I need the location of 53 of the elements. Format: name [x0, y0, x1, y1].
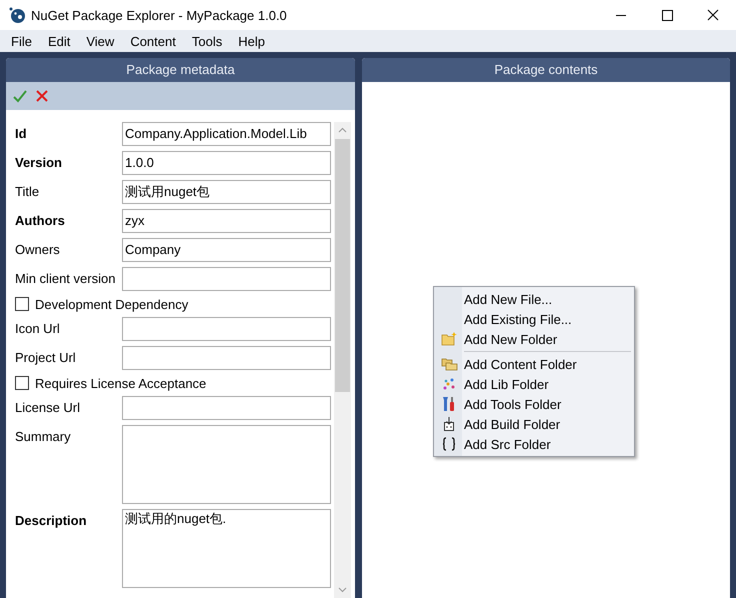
context-menu-item[interactable]: Add Build Folder: [434, 414, 634, 434]
field-label: License Url: [15, 399, 82, 415]
field-label: Authors: [15, 212, 66, 228]
input-field[interactable]: 测试用nuget包: [122, 180, 331, 204]
context-menu-item[interactable]: Add Lib Folder: [434, 374, 634, 394]
field-label: Owners: [15, 241, 61, 257]
context-menu-item[interactable]: Add Tools Folder: [434, 394, 634, 414]
text-area[interactable]: [122, 425, 331, 504]
input-field[interactable]: [122, 346, 331, 370]
menu-item[interactable]: File: [3, 34, 40, 48]
input-field[interactable]: Company.Application.Model.Lib: [122, 122, 331, 146]
field-label: Description: [15, 512, 88, 528]
field-label: Min client version: [15, 270, 116, 286]
input-field[interactable]: 1.0.0: [122, 151, 331, 175]
scrollbar-thumb[interactable]: [335, 139, 350, 392]
menu-item[interactable]: Edit: [40, 34, 78, 48]
input-field[interactable]: [122, 317, 331, 341]
braces-icon: [442, 437, 456, 451]
menu-item[interactable]: Content: [122, 34, 184, 48]
input-field[interactable]: [122, 396, 331, 420]
window-title: NuGet Package Explorer - MyPackage 1.0.0: [31, 8, 288, 22]
panel-header: Package contents: [362, 58, 730, 82]
context-menu-item[interactable]: Add Src Folder: [434, 434, 634, 454]
context-menu-item[interactable]: Add New File...: [434, 289, 634, 309]
input-field[interactable]: Company: [122, 238, 331, 262]
folders-icon: [440, 358, 458, 370]
field-label: Project Url: [15, 349, 77, 365]
folder-icon: [441, 332, 457, 346]
checkbox-label: Development Dependency: [35, 296, 188, 312]
input-field[interactable]: zyx: [122, 209, 331, 233]
scrollbar[interactable]: [334, 122, 351, 598]
field-label: Title: [15, 183, 40, 199]
context-menu-item[interactable]: Add Existing File...: [434, 309, 634, 329]
context-menu-item[interactable]: Add New Folder: [434, 329, 634, 349]
panel-header: Package metadata: [6, 58, 355, 82]
input-field[interactable]: [122, 267, 331, 291]
app-logo-icon: [9, 7, 25, 23]
field-label: Summary: [15, 428, 72, 444]
sparkle-icon: [442, 377, 456, 391]
checkbox[interactable]: [15, 297, 29, 311]
field-label: Id: [15, 125, 28, 141]
checkbox[interactable]: [15, 376, 29, 390]
menu-item[interactable]: Help: [230, 34, 273, 48]
checkbox-label: Requires License Acceptance: [35, 376, 206, 390]
text-area[interactable]: 测试用的nuget包.: [122, 509, 331, 588]
build-icon: [443, 417, 455, 431]
context-menu-item[interactable]: Add Content Folder: [434, 354, 634, 374]
check-icon[interactable]: [13, 89, 27, 103]
field-label: Icon Url: [15, 320, 61, 336]
menu-item[interactable]: View: [78, 34, 122, 48]
tools-icon: [442, 396, 456, 412]
menu-item[interactable]: Tools: [184, 34, 230, 48]
field-label: Version: [15, 154, 63, 170]
